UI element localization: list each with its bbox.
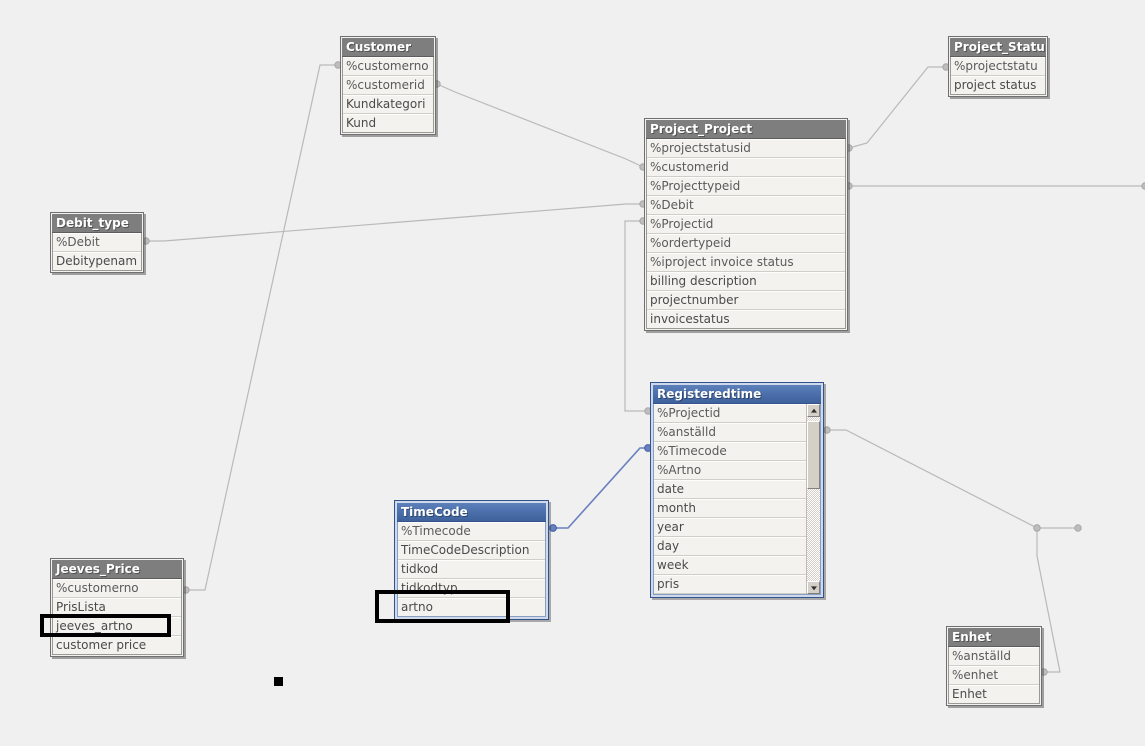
table-jeeves_price[interactable]: Jeeves_Price %customerno PrisLista jeeves_a… (50, 558, 184, 657)
field-row[interactable]: %enhet (949, 666, 1039, 685)
link-endpoint[interactable] (1074, 524, 1082, 532)
table-title-registeredtime[interactable]: Registeredtime (653, 385, 821, 404)
link-endpoint[interactable] (549, 524, 557, 532)
field-row[interactable]: week (654, 556, 820, 575)
field-row[interactable]: %projectstatusid (647, 139, 845, 158)
field-row[interactable]: %Debit (53, 233, 141, 252)
table-title-project_project[interactable]: Project_Project (646, 120, 846, 139)
table-title-timecode[interactable]: TimeCode (397, 503, 546, 522)
field-row[interactable]: TimeCodeDescription (398, 541, 545, 560)
table-project_project[interactable]: Project_Project %projectstatusid %customer… (644, 118, 848, 331)
field-list: %Debit Debitypenam (52, 233, 142, 271)
association-link-registeredtime-enhet[interactable] (827, 429, 1078, 529)
link-endpoint[interactable] (1033, 524, 1041, 532)
table-body: Enhet %anställd %enhet Enhet (947, 627, 1041, 705)
field-row[interactable]: %Timecode (398, 522, 545, 541)
table-body: Registeredtime %Projectid %anställd %Timeco… (651, 383, 823, 597)
field-row[interactable]: %Projectid (647, 215, 845, 234)
table-title-debit_type[interactable]: Debit_type (52, 214, 142, 233)
table-enhet[interactable]: Enhet %anställd %enhet Enhet (946, 626, 1042, 706)
table-body: Jeeves_Price %customerno PrisLista jeeves_a… (51, 559, 183, 656)
field-list: %projectstatusid %customerid %Projecttypei… (646, 139, 846, 329)
marker-square (274, 677, 283, 686)
table-project_status[interactable]: Project_Statu %projectstatu project status (948, 36, 1048, 97)
field-row[interactable]: pris (654, 575, 820, 594)
table-title-enhet[interactable]: Enhet (948, 628, 1040, 647)
field-row[interactable]: %anställd (654, 423, 820, 442)
table-title-jeeves_price[interactable]: Jeeves_Price (52, 560, 182, 579)
association-link-customer-project[interactable] (436, 83, 644, 168)
field-row[interactable]: Kundkategori (343, 95, 433, 114)
vertical-scrollbar[interactable] (806, 404, 820, 594)
table-title-project_status[interactable]: Project_Statu (950, 38, 1046, 57)
table-title-customer[interactable]: Customer (342, 38, 434, 57)
field-row[interactable]: day (654, 537, 820, 556)
field-row[interactable]: project status (951, 76, 1045, 94)
association-link-timecode-registeredtime[interactable] (553, 447, 648, 529)
table-body: Debit_type %Debit Debitypenam (51, 213, 143, 272)
field-row[interactable]: %Projecttypeid (647, 177, 845, 196)
association-link-projectstatus-project[interactable] (848, 66, 946, 149)
association-link-customer-jeeves[interactable] (186, 64, 338, 591)
field-row[interactable]: %Projectid (654, 404, 820, 423)
field-row[interactable]: %customerid (647, 158, 845, 177)
field-row[interactable]: %customerid (343, 76, 433, 95)
association-link-debit-project[interactable] (146, 203, 643, 242)
link-endpoint[interactable] (823, 426, 831, 434)
field-row[interactable]: year (654, 518, 820, 537)
field-row[interactable]: billing description (647, 272, 845, 291)
field-row[interactable]: %Artno (654, 461, 820, 480)
field-list: %customerno %customerid Kundkategori Kund (342, 57, 434, 133)
scroll-down-arrow-icon[interactable] (807, 581, 820, 594)
field-row[interactable]: %ordertypeid (647, 234, 845, 253)
annot-timecode-artno (375, 590, 510, 623)
table-body: Project_Project %projectstatusid %customer… (645, 119, 847, 330)
diagram-canvas[interactable]: Customer %customerno %customerid Kundkatego… (0, 0, 1145, 746)
field-list: %anställd %enhet Enhet (948, 647, 1040, 704)
table-body: Project_Statu %projectstatu project status (949, 37, 1047, 96)
field-row[interactable]: %iproject invoice status (647, 253, 845, 272)
field-row[interactable]: Kund (343, 114, 433, 132)
field-row[interactable]: customer price (53, 636, 181, 654)
field-row[interactable]: invoicestatus (647, 310, 845, 328)
table-debit_type[interactable]: Debit_type %Debit Debitypenam (50, 212, 144, 273)
field-row[interactable]: Debitypenam (53, 252, 141, 270)
table-body: Customer %customerno %customerid Kundkatego… (341, 37, 435, 134)
field-row[interactable]: %Debit (647, 196, 845, 215)
field-row[interactable]: tidkod (398, 560, 545, 579)
scrollbar-thumb[interactable] (807, 420, 820, 490)
field-list: %Projectid %anställd %Timecode %Artno date mo… (653, 404, 821, 595)
field-row[interactable]: month (654, 499, 820, 518)
field-row[interactable]: projectnumber (647, 291, 845, 310)
annot-jeeves-artno (40, 614, 171, 637)
scroll-up-arrow-icon[interactable] (807, 404, 820, 417)
field-list: %projectstatu project status (950, 57, 1046, 95)
field-row[interactable]: Enhet (949, 685, 1039, 703)
link-endpoint[interactable] (1033, 524, 1041, 532)
field-row[interactable]: date (654, 480, 820, 499)
field-row[interactable]: %Timecode (654, 442, 820, 461)
field-row[interactable]: %customerno (343, 57, 433, 76)
table-registeredtime[interactable]: Registeredtime %Projectid %anställd %Timeco… (650, 382, 824, 598)
table-customer[interactable]: Customer %customerno %customerid Kundkatego… (340, 36, 436, 135)
field-row[interactable]: %projectstatu (951, 57, 1045, 76)
field-row[interactable]: %anställd (949, 647, 1039, 666)
field-row[interactable]: %customerno (53, 579, 181, 598)
